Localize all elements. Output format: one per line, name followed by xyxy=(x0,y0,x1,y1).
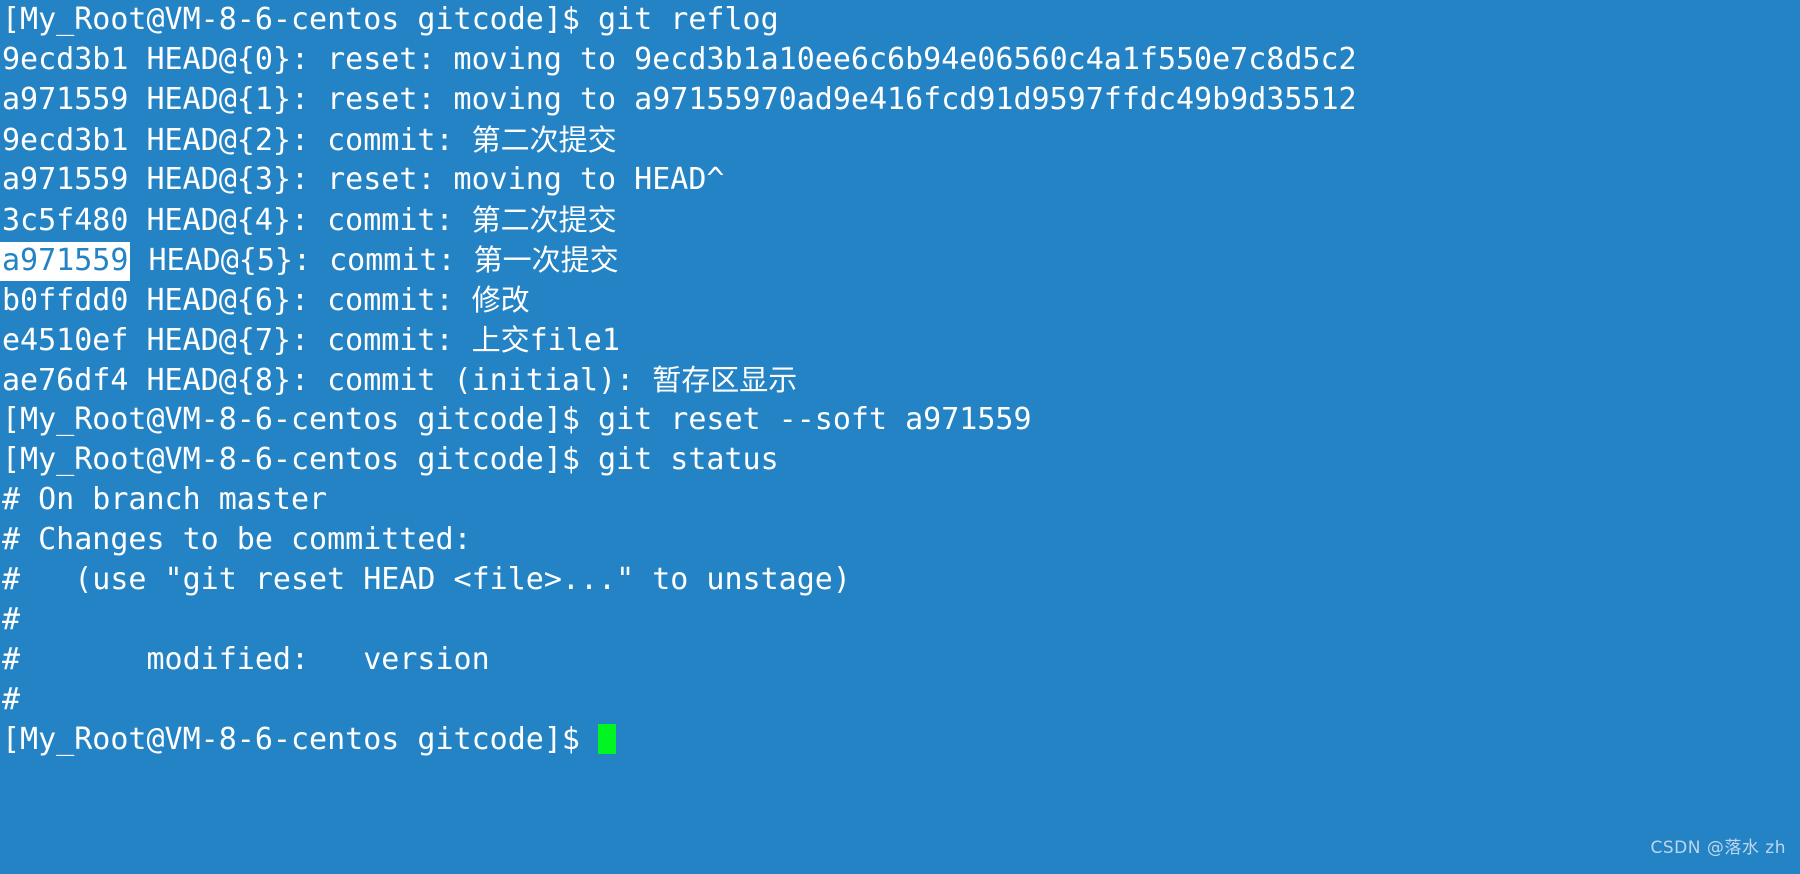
terminal-line-reflog-6: b0ffdd0 HEAD@{6}: commit: 修改 xyxy=(2,280,1798,320)
terminal-line-status-hint-unstage: # (use "git reset HEAD <file>..." to uns… xyxy=(2,560,1798,600)
terminal-text: 9ecd3b1 HEAD@{2}: commit: xyxy=(2,123,472,158)
terminal-line-status-changes-header: # Changes to be committed: xyxy=(2,520,1798,560)
terminal-line-reflog-2: 9ecd3b1 HEAD@{2}: commit: 第二次提交 xyxy=(2,120,1798,160)
terminal-text: 第二次提交 xyxy=(471,203,617,237)
terminal-line-status-branch: # On branch master xyxy=(2,480,1798,520)
terminal-text: # On branch master xyxy=(2,482,328,517)
terminal-line-reflog-4: 3c5f480 HEAD@{4}: commit: 第二次提交 xyxy=(2,200,1798,240)
terminal-line-reflog-5: a971559 HEAD@{5}: commit: 第一次提交 xyxy=(0,240,1798,281)
terminal-text: 第一次提交 xyxy=(473,243,619,277)
terminal-text: 9ecd3b1 HEAD@{0}: reset: moving to 9ecd3… xyxy=(2,42,1357,77)
terminal-text: [My_Root@VM-8-6-centos gitcode]$ git res… xyxy=(2,402,1032,437)
terminal-text: HEAD@{5}: commit: xyxy=(130,243,474,278)
terminal-text: # modified: version xyxy=(2,642,490,677)
terminal-text: ae76df4 HEAD@{8}: commit (initial): xyxy=(2,363,653,398)
selected-commit-hash[interactable]: a971559 xyxy=(0,242,131,281)
terminal-line-status-blank-2: # xyxy=(2,680,1798,720)
terminal-text: 暂存区显示 xyxy=(652,363,798,397)
terminal-text: [My_Root@VM-8-6-centos gitcode]$ xyxy=(2,722,599,757)
terminal-line-reflog-3: a971559 HEAD@{3}: reset: moving to HEAD^ xyxy=(2,160,1798,200)
terminal-text: 3c5f480 HEAD@{4}: commit: xyxy=(2,203,472,238)
terminal-text: [My_Root@VM-8-6-centos gitcode]$ git ref… xyxy=(2,2,779,37)
csdn-watermark: CSDN @落水 zh xyxy=(1650,838,1786,858)
terminal-line-cmd-git-status: [My_Root@VM-8-6-centos gitcode]$ git sta… xyxy=(2,440,1798,480)
terminal-text: [My_Root@VM-8-6-centos gitcode]$ git sta… xyxy=(2,442,779,477)
terminal-window[interactable]: [My_Root@VM-8-6-centos gitcode]$ git ref… xyxy=(0,0,1800,874)
terminal-line-reflog-7: e4510ef HEAD@{7}: commit: 上交file1 xyxy=(2,320,1798,360)
terminal-text: 上交 xyxy=(471,323,530,357)
terminal-text: b0ffdd0 HEAD@{6}: commit: xyxy=(2,283,472,318)
text-cursor xyxy=(598,724,617,754)
terminal-text: file1 xyxy=(529,323,620,358)
terminal-text: a971559 HEAD@{3}: reset: moving to HEAD^ xyxy=(2,162,725,197)
terminal-text: # xyxy=(2,602,21,637)
terminal-line-status-modified-version: # modified: version xyxy=(2,640,1798,680)
terminal-text: 第二次提交 xyxy=(471,123,617,157)
terminal-line-cmd-git-reflog: [My_Root@VM-8-6-centos gitcode]$ git ref… xyxy=(2,0,1798,40)
terminal-text: # xyxy=(2,682,21,717)
terminal-line-status-blank-1: # xyxy=(2,600,1798,640)
terminal-text: e4510ef HEAD@{7}: commit: xyxy=(2,323,472,358)
terminal-line-cmd-git-reset-soft: [My_Root@VM-8-6-centos gitcode]$ git res… xyxy=(2,400,1798,440)
terminal-text: 修改 xyxy=(471,283,530,317)
terminal-line-reflog-1: a971559 HEAD@{1}: reset: moving to a9715… xyxy=(2,80,1798,120)
terminal-line-prompt-active: [My_Root@VM-8-6-centos gitcode]$ xyxy=(2,720,1798,760)
terminal-output: [My_Root@VM-8-6-centos gitcode]$ git ref… xyxy=(0,0,1798,760)
terminal-text: # (use "git reset HEAD <file>..." to uns… xyxy=(2,562,851,597)
terminal-text: # Changes to be committed: xyxy=(2,522,472,557)
terminal-line-reflog-0: 9ecd3b1 HEAD@{0}: reset: moving to 9ecd3… xyxy=(2,40,1798,80)
terminal-text: a971559 HEAD@{1}: reset: moving to a9715… xyxy=(2,82,1357,117)
terminal-line-reflog-8: ae76df4 HEAD@{8}: commit (initial): 暂存区显… xyxy=(2,360,1798,400)
